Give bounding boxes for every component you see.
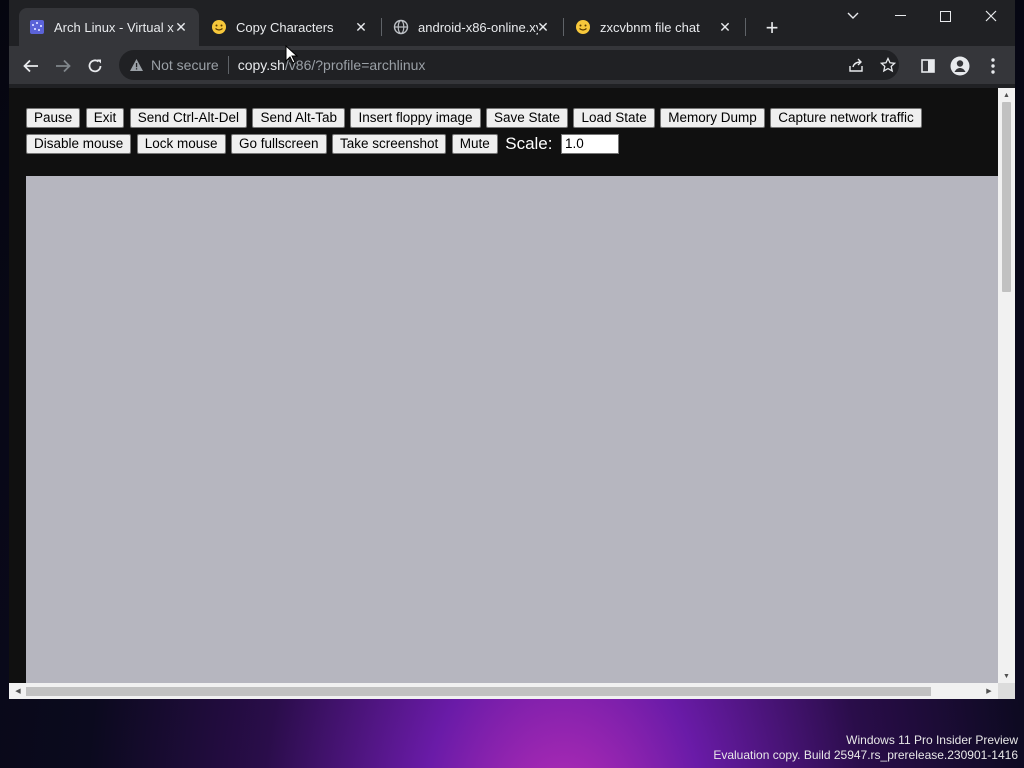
load-state-button[interactable]: Load State [573, 108, 655, 128]
screenshot-button[interactable]: Take screenshot [332, 134, 447, 154]
fullscreen-button[interactable]: Go fullscreen [231, 134, 327, 154]
horizontal-scrollbar[interactable]: ◀ ▶ [9, 683, 998, 699]
lock-mouse-button[interactable]: Lock mouse [136, 134, 226, 154]
controls-row-2: Disable mouse Lock mouse Go fullscreen T… [26, 134, 986, 160]
url-host: copy.sh [237, 57, 285, 73]
mute-button[interactable]: Mute [451, 134, 498, 154]
tab-title: Arch Linux - Virtual x86 [54, 19, 174, 35]
save-state-button[interactable]: Save State [485, 108, 569, 128]
browser-toolbar: Not secure copy.sh/v86/?profile=archlinu… [9, 46, 1015, 84]
back-arrow-icon[interactable] [17, 52, 45, 80]
browser-window: Arch Linux - Virtual x86 ✕ Copy Characte… [9, 0, 1015, 699]
tab-separator [381, 18, 382, 36]
globe-icon [393, 19, 409, 35]
tab-title: Copy Characters [236, 19, 334, 35]
insert-floppy-button[interactable]: Insert floppy image [350, 108, 481, 128]
url-path: /v86/?profile=archlinux [284, 57, 426, 73]
tab-strip: Arch Linux - Virtual x86 ✕ Copy Characte… [9, 0, 1015, 46]
reload-icon[interactable] [81, 52, 109, 80]
close-icon[interactable]: ✕ [173, 19, 189, 35]
side-panel-icon[interactable] [914, 52, 942, 80]
share-icon[interactable] [847, 56, 865, 74]
kebab-menu-icon[interactable] [979, 52, 1007, 80]
tab-arch-linux[interactable]: Arch Linux - Virtual x86 ✕ [19, 8, 199, 46]
mouse-pointer-icon [285, 45, 299, 64]
scroll-up-arrow-icon[interactable]: ▲ [998, 90, 1015, 100]
memory-dump-button[interactable]: Memory Dump [660, 108, 765, 128]
tab-android-x86[interactable]: android-x86-online.xyz ✕ [383, 8, 561, 46]
scrollbar-corner [998, 683, 1015, 699]
smiley-icon [211, 19, 227, 35]
tab-separator [745, 18, 746, 36]
bookmark-star-icon[interactable] [879, 56, 897, 74]
minimize-icon[interactable] [882, 4, 918, 28]
omnibox-divider [227, 56, 229, 74]
tab-separator [563, 18, 564, 36]
scale-label: Scale: [505, 134, 553, 153]
warning-icon[interactable] [128, 58, 144, 72]
controls-row-1: Pause Exit Send Ctrl-Alt-Del Send Alt-Ta… [26, 108, 986, 134]
scroll-right-arrow-icon[interactable]: ▶ [982, 683, 996, 699]
security-label[interactable]: Not secure [151, 57, 219, 73]
close-icon[interactable]: ✕ [717, 19, 733, 35]
scale-input[interactable]: 1.0 [560, 134, 619, 154]
tab-search-chevron-icon[interactable] [835, 4, 871, 28]
profile-avatar-icon[interactable] [946, 52, 974, 80]
emulator-controls: Pause Exit Send Ctrl-Alt-Del Send Alt-Ta… [26, 108, 986, 160]
close-icon[interactable]: ✕ [353, 19, 369, 35]
tab-zxcvbnm-chat[interactable]: zxcvbnm file chat ✕ [565, 8, 743, 46]
forward-arrow-icon[interactable] [49, 52, 77, 80]
windows-watermark: Windows 11 Pro Insider Preview Evaluatio… [713, 733, 1018, 763]
scroll-down-arrow-icon[interactable]: ▼ [998, 671, 1015, 681]
tab-title: zxcvbnm file chat [600, 19, 700, 35]
smiley-icon [575, 19, 591, 35]
watermark-line-2: Evaluation copy. Build 25947.rs_prerelea… [713, 748, 1018, 762]
close-icon[interactable]: ✕ [535, 19, 551, 35]
v86-icon [29, 19, 45, 35]
maximize-icon[interactable] [927, 4, 963, 28]
new-tab-button[interactable]: + [760, 15, 784, 40]
horizontal-scroll-thumb[interactable] [26, 687, 931, 696]
vertical-scrollbar[interactable]: ▲ ▼ [998, 88, 1015, 683]
vertical-scroll-thumb[interactable] [1002, 102, 1011, 292]
disable-mouse-button[interactable]: Disable mouse [26, 134, 132, 154]
address-bar[interactable]: Not secure copy.sh/v86/?profile=archlinu… [119, 50, 899, 80]
watermark-line-1: Windows 11 Pro Insider Preview [846, 733, 1018, 747]
scroll-left-arrow-icon[interactable]: ◀ [11, 683, 25, 699]
close-window-icon[interactable] [973, 4, 1009, 28]
send-ctrl-alt-del-button[interactable]: Send Ctrl-Alt-Del [129, 108, 247, 128]
page-content: Pause Exit Send Ctrl-Alt-Del Send Alt-Ta… [9, 88, 998, 683]
pause-button[interactable]: Pause [26, 108, 81, 128]
capture-network-button[interactable]: Capture network traffic [770, 108, 922, 128]
emulator-screen[interactable] [26, 176, 998, 683]
tab-copy-characters[interactable]: Copy Characters ✕ [201, 8, 379, 46]
exit-button[interactable]: Exit [85, 108, 125, 128]
send-alt-tab-button[interactable]: Send Alt-Tab [252, 108, 345, 128]
tab-title: android-x86-online.xyz [418, 19, 538, 35]
